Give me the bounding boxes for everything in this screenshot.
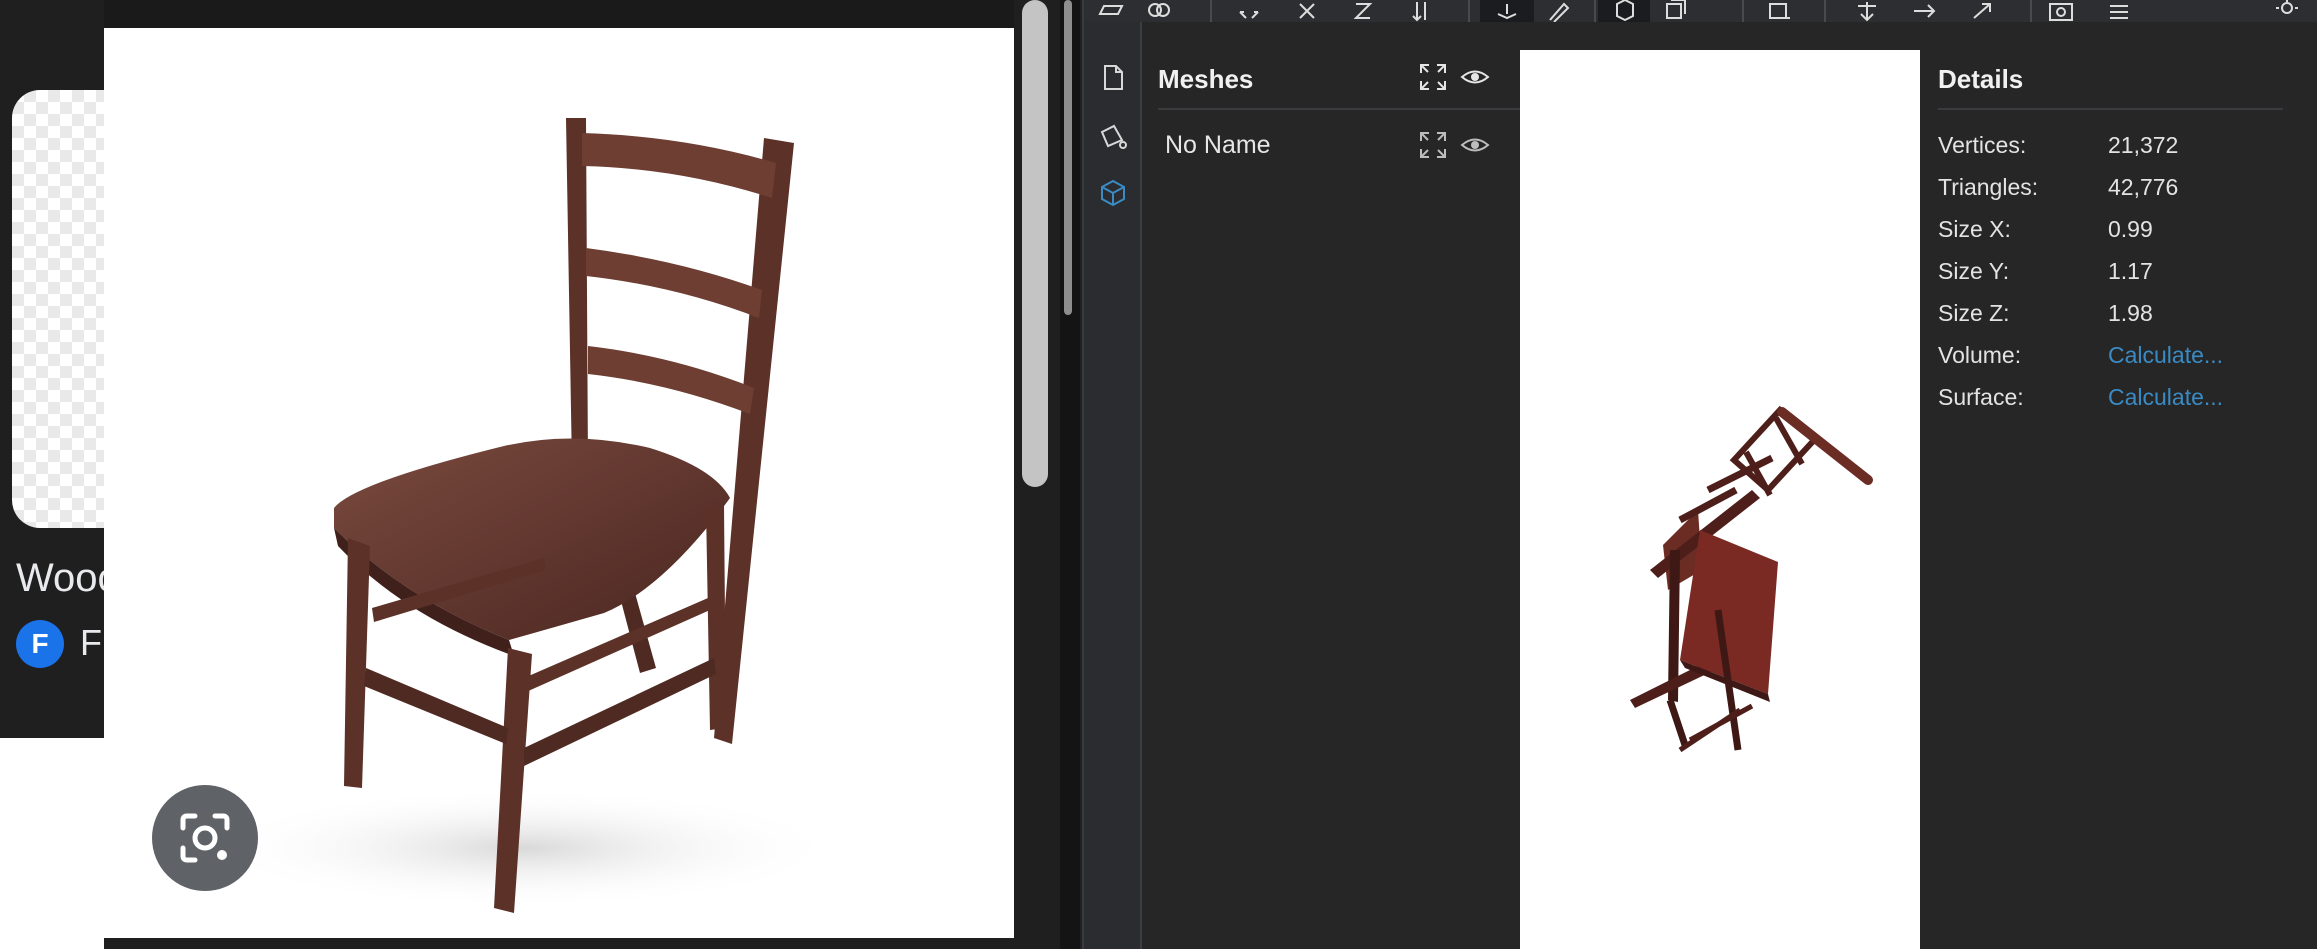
snapshot-box-icon[interactable] xyxy=(1764,0,1794,22)
preview-header xyxy=(104,0,1014,28)
size-x-label: Size X: xyxy=(1938,216,2011,242)
visibility-eye-icon[interactable] xyxy=(1460,62,1490,92)
toolbar-separator xyxy=(1594,0,1596,22)
vertices-value: 21,372 xyxy=(2108,132,2179,158)
size-y-label: Size Y: xyxy=(1938,258,2010,284)
axis-z-icon[interactable] xyxy=(1348,0,1378,22)
size-x-value: 0.99 xyxy=(2108,216,2153,242)
fit-to-view-icon[interactable] xyxy=(1418,130,1448,160)
move-down-icon[interactable] xyxy=(1852,0,1882,22)
move-diagonal-icon[interactable] xyxy=(1968,0,1998,22)
toolbar-separator xyxy=(2030,0,2032,22)
axis-x-icon[interactable] xyxy=(1292,0,1322,22)
triangles-value: 42,776 xyxy=(2108,174,2179,200)
fit-all-icon[interactable] xyxy=(1234,0,1264,22)
size-z-label: Size Z: xyxy=(1938,300,2010,326)
ground-plane-icon[interactable] xyxy=(1492,0,1522,22)
cube-wire-icon[interactable] xyxy=(1660,0,1690,22)
visibility-eye-icon[interactable] xyxy=(1460,130,1490,160)
details-title: Details xyxy=(1938,64,2024,94)
size-y-value: 1.17 xyxy=(2108,258,2153,284)
toolbar-separator xyxy=(1210,0,1212,22)
details-divider xyxy=(1938,108,2283,110)
toolbar-separator xyxy=(1824,0,1826,22)
result-source-name[interactable]: F xyxy=(80,622,102,664)
volume-calculate-link[interactable]: Calculate... xyxy=(2108,342,2223,369)
surface-calculate-link[interactable]: Calculate... xyxy=(2108,384,2223,411)
sun-icon[interactable] xyxy=(2272,0,2302,22)
cube-solid-icon[interactable] xyxy=(1610,0,1640,22)
page-scrollbar-thumb[interactable] xyxy=(1022,0,1048,487)
vertices-label: Vertices: xyxy=(1938,132,2027,158)
volume-label: Volume: xyxy=(1938,342,2022,368)
sidebar xyxy=(1084,22,1140,949)
result-title[interactable]: Wooc xyxy=(16,556,118,601)
grid-icon[interactable] xyxy=(2104,0,2134,22)
camera-icon[interactable] xyxy=(2046,0,2076,22)
link-icon[interactable] xyxy=(1144,0,1174,22)
pen-icon[interactable] xyxy=(1542,0,1572,22)
google-lens-icon[interactable] xyxy=(152,785,258,891)
meshes-title: Meshes xyxy=(1158,64,1254,94)
surface-label: Surface: xyxy=(1938,384,2024,410)
size-z-value: 1.98 xyxy=(2108,300,2153,326)
mesh-name[interactable]: No Name xyxy=(1165,131,1271,160)
3d-viewport[interactable] xyxy=(1520,50,1920,949)
open-folder-icon[interactable] xyxy=(1096,0,1126,22)
triangles-label: Triangles: xyxy=(1938,174,2039,200)
page-background-strip xyxy=(0,738,104,949)
panel-scrollbar-thumb[interactable] xyxy=(1064,0,1072,315)
swap-vertical-icon[interactable] xyxy=(1406,0,1436,22)
meshes-divider xyxy=(1158,108,1564,110)
mesh-edit-icon[interactable] xyxy=(1098,120,1128,150)
favicon-icon: F xyxy=(16,620,64,668)
move-right-icon[interactable] xyxy=(1910,0,1940,22)
fit-to-view-icon[interactable] xyxy=(1418,62,1448,92)
details-panel xyxy=(1920,22,2317,949)
toolbar-separator xyxy=(1468,0,1470,22)
toolbar xyxy=(1084,0,2317,22)
toolbar-separator xyxy=(1742,0,1744,22)
chair-3d-model xyxy=(1630,405,1873,753)
cube-icon[interactable] xyxy=(1098,178,1128,208)
file-icon[interactable] xyxy=(1098,62,1128,92)
